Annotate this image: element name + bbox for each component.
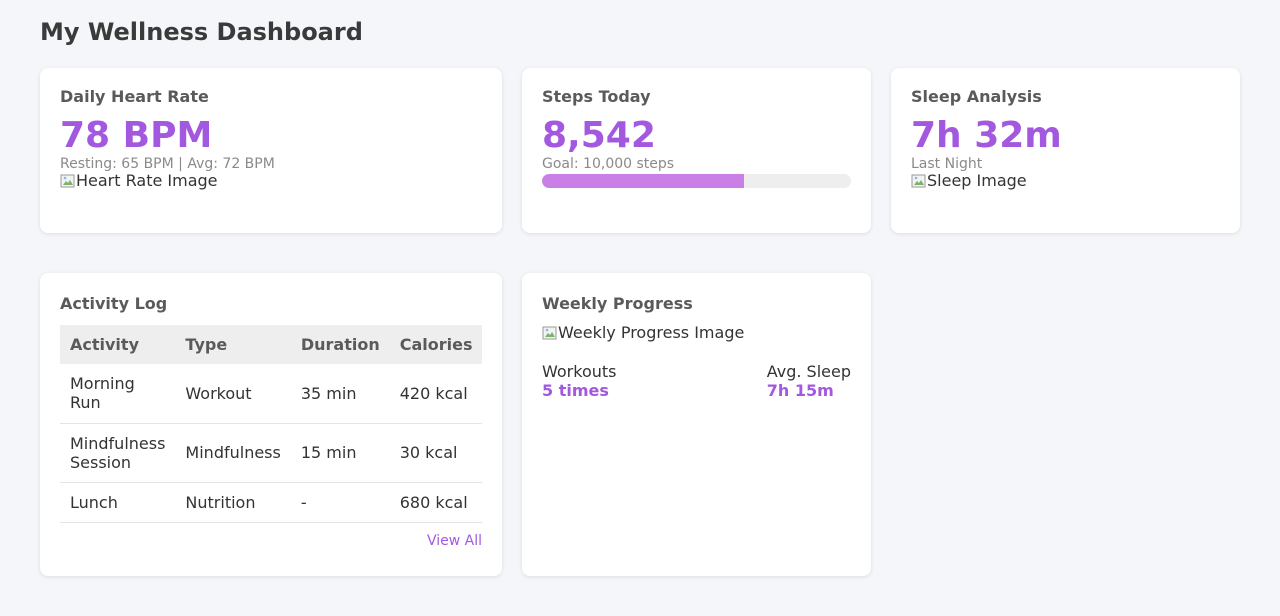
activity-cell: Mindfulness Session	[60, 423, 176, 483]
steps-value: 8,542	[542, 115, 656, 156]
weekly-stats: Workouts 5 times Avg. Sleep 7h 15m	[542, 362, 851, 400]
type-cell: Mindfulness	[175, 423, 291, 483]
sleep-image: Sleep Image	[911, 172, 1220, 190]
weekly-progress-image-alt: Weekly Progress Image	[558, 323, 745, 342]
steps-progress-bar	[542, 174, 851, 188]
sleep-title: Sleep Analysis	[911, 87, 1042, 106]
heart-rate-value: 78 BPM	[60, 115, 213, 156]
calories-cell: 30 kcal	[389, 423, 483, 483]
sleep-value: 7h 32m	[911, 115, 1062, 156]
type-cell: Workout	[175, 364, 291, 424]
duration-cell: 35 min	[290, 364, 390, 424]
duration-cell: 15 min	[290, 423, 390, 483]
heart-rate-card: Daily Heart Rate 78 BPM Resting: 65 BPM …	[40, 68, 502, 233]
steps-progress-fill	[542, 174, 745, 188]
column-header: Calories	[389, 325, 483, 364]
weekly-progress-card: Weekly Progress Weekly Progress Image Wo…	[522, 273, 871, 576]
heart-rate-image-alt: Heart Rate Image	[76, 171, 218, 190]
steps-card: Steps Today 8,542 Goal: 10,000 steps	[522, 68, 871, 233]
column-header: Duration	[290, 325, 390, 364]
sleep-image-alt: Sleep Image	[927, 171, 1027, 190]
weekly-progress-image: Weekly Progress Image	[542, 324, 851, 342]
broken-image-icon	[60, 173, 76, 189]
workouts-stat: Workouts 5 times	[542, 362, 616, 400]
steps-title: Steps Today	[542, 87, 651, 106]
table-header-row: Activity Type Duration Calories	[60, 325, 483, 364]
column-header: Activity	[60, 325, 176, 364]
steps-goal: Goal: 10,000 steps	[542, 156, 675, 172]
weekly-progress-title: Weekly Progress	[542, 294, 693, 313]
avg-sleep-label: Avg. Sleep	[766, 362, 851, 381]
table-row: Morning Run Workout 35 min 420 kcal	[60, 364, 483, 424]
page-title: My Wellness Dashboard	[40, 18, 363, 46]
broken-image-icon	[911, 173, 927, 189]
activity-table: Activity Type Duration Calories Morning …	[60, 325, 483, 523]
heart-rate-image: Heart Rate Image	[60, 172, 482, 190]
heart-rate-title: Daily Heart Rate	[60, 87, 209, 106]
activity-cell: Morning Run	[60, 364, 176, 424]
sleep-subtitle: Last Night	[911, 156, 983, 172]
type-cell: Nutrition	[175, 482, 291, 523]
calories-cell: 680 kcal	[389, 482, 483, 523]
column-header: Type	[175, 325, 291, 364]
table-row: Mindfulness Session Mindfulness 15 min 3…	[60, 423, 483, 483]
workouts-label: Workouts	[542, 362, 617, 381]
activity-cell: Lunch	[60, 482, 176, 523]
broken-image-icon	[542, 325, 558, 341]
workouts-value: 5 times	[542, 381, 609, 400]
activity-log-card: Activity Log Activity Type Duration Calo…	[40, 273, 502, 576]
sleep-card: Sleep Analysis 7h 32m Last Night Sleep I…	[891, 68, 1240, 233]
calories-cell: 420 kcal	[389, 364, 483, 424]
duration-cell: -	[290, 482, 390, 523]
table-row: Lunch Nutrition - 680 kcal	[60, 482, 483, 523]
heart-rate-subtitle: Resting: 65 BPM | Avg: 72 BPM	[60, 156, 275, 172]
view-all-link[interactable]: View All	[60, 533, 482, 549]
avg-sleep-value: 7h 15m	[766, 381, 834, 400]
activity-log-title: Activity Log	[60, 294, 168, 313]
avg-sleep-stat: Avg. Sleep 7h 15m	[767, 362, 851, 400]
